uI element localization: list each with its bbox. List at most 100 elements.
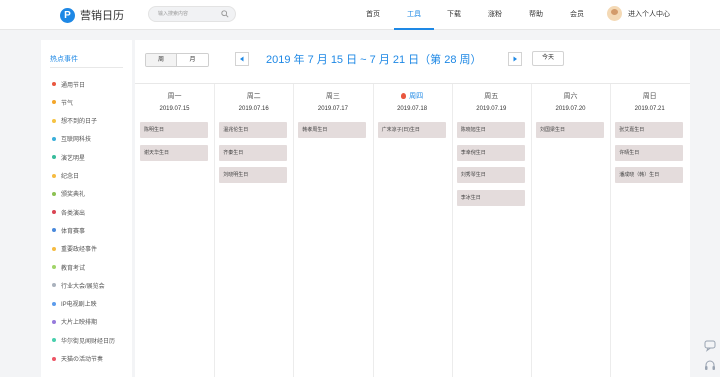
sidebar-item-label: 互联网科技 — [61, 137, 92, 144]
sidebar-item-label: 大片上映排期 — [61, 320, 98, 327]
day-date: 2019.07.19 — [476, 106, 507, 112]
day-column: 周五 2019.07.19 陈晓旭生日李幸倪生日刘秀琴生日李冰生日 — [452, 84, 531, 377]
calendar-event[interactable]: 刘国梁生日 — [536, 122, 604, 138]
calendar-event[interactable]: 广末凉子(日)生日 — [377, 122, 446, 138]
day-name: 周二 — [214, 91, 293, 101]
calendar-event[interactable]: 李冰生日 — [456, 189, 525, 206]
day-column: 周日 2019.07.21 张艾嘉生日许晴生日潘成晓（韩）生日 — [610, 84, 689, 377]
avatar[interactable] — [607, 6, 622, 21]
category-dot-icon — [52, 100, 56, 105]
nav-item-tools[interactable]: 工具 — [394, 0, 434, 30]
category-dot-icon — [52, 82, 56, 86]
sidebar-title: 热点事件 — [50, 56, 78, 63]
sidebar-item[interactable]: 互联网科技 — [52, 133, 91, 145]
sidebar-item-label: 天猫の活动节奏 — [61, 357, 104, 363]
sidebar-item[interactable]: 纪念日 — [52, 170, 79, 182]
sidebar-item[interactable]: 行业大会/展览会 — [52, 279, 105, 291]
day-date: 2019.07.21 — [634, 106, 665, 112]
category-dot-icon — [52, 136, 56, 141]
sidebar-item-label: 想不到的日子 — [61, 119, 98, 126]
sidebar-item-label: 重要政经事件 — [61, 247, 98, 254]
calendar-event[interactable]: 刘晓明生日 — [219, 167, 288, 183]
calendar-event[interactable]: 谢天华生日 — [140, 144, 208, 161]
category-dot-icon — [52, 265, 56, 269]
calendar-event[interactable]: 张艾嘉生日 — [615, 122, 684, 138]
category-dot-icon — [52, 228, 56, 233]
category-dot-icon — [52, 246, 56, 251]
sidebar-item-label: 教育考试 — [61, 265, 86, 272]
calendar-event[interactable]: 陈晓旭生日 — [456, 122, 525, 138]
day-column: 周六 2019.07.20 刘国梁生日 — [531, 84, 610, 377]
calendar-event[interactable]: 李幸倪生日 — [456, 144, 525, 161]
sidebar-item[interactable]: 各类演出 — [52, 206, 85, 218]
calendar-event[interactable]: 陈明生日 — [140, 122, 208, 138]
nav-item-grow-fans[interactable]: 涨粉 — [475, 0, 515, 30]
sidebar-item[interactable]: 颁奖典礼 — [52, 188, 85, 200]
chevron-right-icon — [513, 56, 517, 62]
day-name: 周日 — [610, 91, 689, 101]
category-dot-icon — [52, 173, 56, 178]
nav-item-download[interactable]: 下载 — [434, 0, 474, 30]
sidebar-item[interactable]: 通用节日 — [52, 78, 85, 90]
search-box[interactable] — [148, 6, 236, 22]
nav-item-help[interactable]: 帮助 — [516, 0, 556, 30]
sidebar-item[interactable]: 华尔街见闻财经日历 — [52, 334, 115, 346]
sidebar-item[interactable]: 天猫の活动节奏 — [52, 353, 103, 365]
today-flame-icon — [401, 93, 407, 99]
day-name-label: 周四 — [409, 93, 424, 100]
sidebar-item[interactable]: 大片上映排期 — [52, 316, 97, 328]
sidebar-item-label: 华尔街见闻财经日历 — [61, 338, 116, 345]
next-week-button[interactable] — [508, 52, 522, 66]
sidebar-divider — [50, 67, 123, 68]
calendar-event[interactable]: 许晴生日 — [615, 144, 684, 161]
day-name-label: 周一 — [167, 93, 182, 100]
chevron-left-icon — [240, 56, 244, 62]
nav-item-home[interactable]: 首页 — [353, 0, 393, 30]
category-dot-icon — [52, 319, 56, 324]
user-center-label[interactable]: 进入个人中心 — [628, 9, 670, 19]
sidebar-item[interactable]: 想不到的日子 — [52, 115, 97, 127]
customer-service-icon[interactable] — [703, 359, 717, 373]
sidebar-item[interactable]: 体育赛事 — [52, 224, 85, 236]
category-dot-icon — [52, 356, 56, 361]
day-date: 2019.07.16 — [238, 106, 269, 112]
calendar-event[interactable]: 刘秀琴生日 — [456, 167, 525, 183]
sidebar-item-label: 纪念日 — [61, 174, 80, 180]
day-name-label: 周二 — [246, 93, 261, 100]
sidebar-item[interactable]: IP电视剧上映 — [52, 298, 97, 310]
day-name: 周五 — [452, 91, 531, 101]
calendar-event[interactable]: 潘成晓（韩）生日 — [615, 167, 684, 183]
calendar-event[interactable]: 温兆伦生日 — [219, 122, 288, 138]
day-name: 周一 — [135, 91, 214, 101]
sidebar-item[interactable]: 重要政经事件 — [52, 243, 97, 255]
today-button[interactable]: 今天 — [532, 51, 564, 66]
day-name-label: 周六 — [563, 93, 578, 100]
search-input[interactable] — [158, 9, 218, 19]
day-column: 周四 2019.07.18 广末凉子(日)生日 — [373, 84, 452, 377]
user-center-link[interactable]: 进入个人中心 — [607, 6, 670, 21]
month-view-button[interactable]: 月 — [177, 54, 208, 66]
calendar-event[interactable]: 齐秦生日 — [219, 144, 288, 161]
sidebar-item[interactable]: 教育考试 — [52, 261, 85, 273]
week-view-button[interactable]: 周 — [146, 54, 177, 66]
search-icon[interactable] — [221, 10, 229, 18]
day-name: 周四 — [373, 91, 452, 101]
sidebar-item-label: 演艺明星 — [61, 155, 86, 162]
logo[interactable]: P 营销日历 — [60, 7, 124, 23]
day-column: 周三 2019.07.17 韩孝周生日 — [293, 84, 372, 377]
day-column: 周一 2019.07.15 陈明生日 谢天华生日 — [135, 84, 214, 377]
previous-week-button[interactable] — [235, 52, 249, 66]
category-dot-icon — [52, 301, 56, 306]
logo-badge-icon: P — [60, 7, 75, 23]
sidebar-item[interactable]: 节气 — [52, 96, 73, 108]
nav-item-membership[interactable]: 会员 — [557, 0, 597, 30]
sidebar-item[interactable]: 演艺明星 — [52, 151, 85, 163]
week-calendar: 周 月 2019 年 7 月 15 日 ~ 7 月 21 日（第 28 周） 今… — [135, 40, 690, 377]
top-navigation-bar: P 营销日历 首页 工具 下载 涨粉 帮助 会员 进入个人中心 — [0, 0, 720, 30]
sidebar-item-label: 通用节日 — [61, 82, 86, 89]
calendar-event[interactable]: 韩孝周生日 — [298, 122, 367, 138]
sidebar-item-label: 颁奖典礼 — [61, 192, 86, 199]
chat-icon[interactable] — [703, 338, 717, 352]
category-dot-icon — [52, 118, 56, 123]
day-column: 周二 2019.07.16 温兆伦生日齐秦生日刘晓明生日 — [214, 84, 293, 377]
